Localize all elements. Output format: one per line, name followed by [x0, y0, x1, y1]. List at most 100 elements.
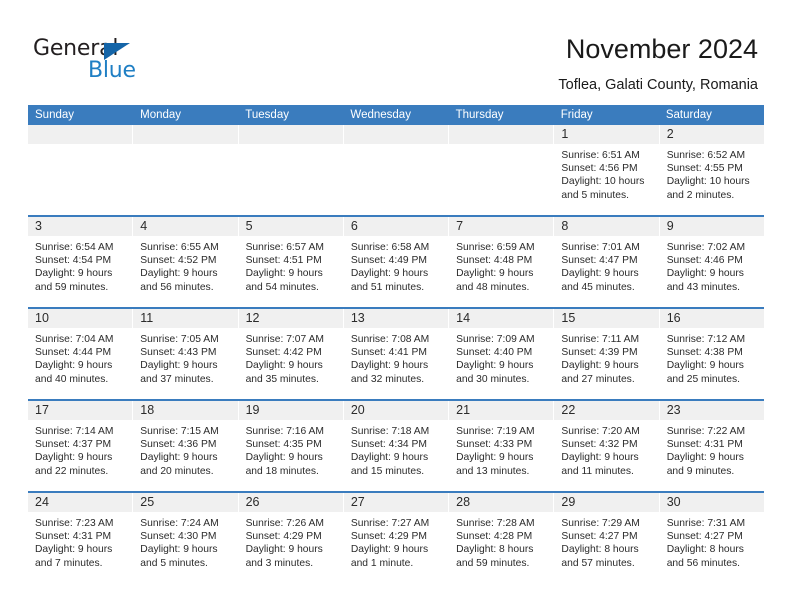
day-number-14[interactable]: 14 — [449, 309, 555, 328]
day-number-4[interactable]: 4 — [133, 217, 239, 236]
day-info-line: Daylight: 9 hours — [35, 452, 113, 464]
day-number-15[interactable]: 15 — [554, 309, 660, 328]
day-cell-24[interactable]: Sunrise: 7:23 AM Sunset: 4:31 PM Daylight:… — [28, 512, 134, 583]
day-cell-22[interactable]: Sunrise: 7:20 AM Sunset: 4:32 PM Daylight:… — [554, 420, 660, 491]
day-info-line: Sunrise: 7:27 AM — [350, 518, 430, 529]
day-cell-3[interactable]: Sunrise: 6:54 AM Sunset: 4:54 PM Daylight:… — [28, 236, 134, 307]
day-info-line: Daylight: 9 hours — [666, 268, 744, 280]
day-cell-8[interactable]: Sunrise: 7:01 AM Sunset: 4:47 PM Daylight:… — [554, 236, 660, 307]
day-number-6[interactable]: 6 — [343, 217, 450, 236]
day-info-line: Daylight: 9 hours — [666, 360, 744, 372]
day-content-strip: Sunrise: 7:04 AM Sunset: 4:44 PM Daylight:… — [28, 328, 764, 399]
day-info-line: Sunrise: 6:54 AM — [35, 242, 114, 253]
day-info-line: and 51 minutes. — [350, 281, 425, 293]
day-number-13[interactable]: 13 — [343, 309, 450, 328]
page-header: General Blue November 2024 Toflea, Galat… — [0, 0, 792, 100]
day-info-line: and 59 minutes. — [35, 281, 109, 293]
day-number-empty — [449, 125, 555, 144]
day-cell-25[interactable]: Sunrise: 7:24 AM Sunset: 4:30 PM Daylight:… — [133, 512, 239, 583]
day-info-line: Sunset: 4:30 PM — [140, 531, 217, 543]
calendar-table: Sunday Monday Tuesday Wednesday Thursday Frid… — [28, 105, 764, 583]
day-cell-18[interactable]: Sunrise: 7:15 AM Sunset: 4:36 PM Daylight:… — [133, 420, 239, 491]
day-number-24[interactable]: 24 — [28, 493, 134, 512]
day-number-30[interactable]: 30 — [659, 493, 764, 512]
day-number-22[interactable]: 22 — [554, 401, 660, 420]
day-cell-14[interactable]: Sunrise: 7:09 AM Sunset: 4:40 PM Daylight:… — [449, 328, 555, 399]
day-info-line: Sunrise: 7:29 AM — [561, 518, 640, 529]
day-info-line: Daylight: 9 hours — [245, 544, 323, 556]
day-cell-15[interactable]: Sunrise: 7:11 AM Sunset: 4:39 PM Daylight:… — [554, 328, 660, 399]
day-cell-11[interactable]: Sunrise: 7:05 AM Sunset: 4:43 PM Daylight:… — [133, 328, 239, 399]
day-cell-27[interactable]: Sunrise: 7:27 AM Sunset: 4:29 PM Daylight:… — [343, 512, 450, 583]
day-cell-1[interactable]: Sunrise: 6:51 AM Sunset: 4:56 PM Daylight:… — [554, 144, 660, 215]
day-cell-28[interactable]: Sunrise: 7:28 AM Sunset: 4:28 PM Daylight:… — [449, 512, 555, 583]
day-number-2[interactable]: 2 — [659, 125, 764, 144]
day-number-10[interactable]: 10 — [28, 309, 134, 328]
day-info-line: Sunrise: 6:51 AM — [561, 150, 640, 161]
day-cell-7[interactable]: Sunrise: 6:59 AM Sunset: 4:48 PM Daylight:… — [449, 236, 555, 307]
day-number-23[interactable]: 23 — [659, 401, 764, 420]
day-info-line: Sunset: 4:36 PM — [140, 439, 217, 451]
day-number-12[interactable]: 12 — [238, 309, 344, 328]
day-info-line: and 7 minutes. — [35, 557, 103, 569]
day-cell-2[interactable]: Sunrise: 6:52 AM Sunset: 4:55 PM Daylight:… — [659, 144, 764, 215]
day-number-26[interactable]: 26 — [238, 493, 344, 512]
day-cell-19[interactable]: Sunrise: 7:16 AM Sunset: 4:35 PM Daylight:… — [238, 420, 344, 491]
day-info-line: Sunset: 4:40 PM — [456, 347, 533, 359]
day-cell-6[interactable]: Sunrise: 6:58 AM Sunset: 4:49 PM Daylight:… — [343, 236, 450, 307]
day-content-strip: Sunrise: 6:51 AM Sunset: 4:56 PM Daylight:… — [28, 144, 764, 215]
day-info-line: and 57 minutes. — [561, 557, 635, 569]
day-content-strip: Sunrise: 6:54 AM Sunset: 4:54 PM Daylight:… — [28, 236, 764, 307]
day-number-3[interactable]: 3 — [28, 217, 134, 236]
day-number-empty — [28, 125, 134, 144]
day-number-16[interactable]: 16 — [659, 309, 764, 328]
day-cell-26[interactable]: Sunrise: 7:26 AM Sunset: 4:29 PM Daylight:… — [238, 512, 344, 583]
day-cell-13[interactable]: Sunrise: 7:08 AM Sunset: 4:41 PM Daylight:… — [343, 328, 450, 399]
day-cell-23[interactable]: Sunrise: 7:22 AM Sunset: 4:31 PM Daylight:… — [659, 420, 764, 491]
day-cell-4[interactable]: Sunrise: 6:55 AM Sunset: 4:52 PM Daylight:… — [133, 236, 239, 307]
day-number-7[interactable]: 7 — [449, 217, 555, 236]
day-cell-30[interactable]: Sunrise: 7:31 AM Sunset: 4:27 PM Daylight:… — [659, 512, 764, 583]
day-number-28[interactable]: 28 — [449, 493, 555, 512]
day-info-line: Daylight: 9 hours — [456, 360, 534, 372]
day-cell-16[interactable]: Sunrise: 7:12 AM Sunset: 4:38 PM Daylight:… — [659, 328, 764, 399]
day-info-line: Sunrise: 6:59 AM — [456, 242, 535, 253]
day-cell-17[interactable]: Sunrise: 7:14 AM Sunset: 4:37 PM Daylight:… — [28, 420, 134, 491]
weekday-header-thursday: Thursday — [455, 109, 504, 121]
day-cell-5[interactable]: Sunrise: 6:57 AM Sunset: 4:51 PM Daylight:… — [238, 236, 344, 307]
day-number-19[interactable]: 19 — [238, 401, 344, 420]
day-info-line: Sunrise: 6:52 AM — [666, 150, 746, 161]
day-cell-20[interactable]: Sunrise: 7:18 AM Sunset: 4:34 PM Daylight:… — [343, 420, 450, 491]
day-info-line: and 32 minutes. — [350, 373, 425, 385]
day-info-line: Sunrise: 7:04 AM — [35, 334, 114, 345]
day-number-5[interactable]: 5 — [238, 217, 344, 236]
day-number-27[interactable]: 27 — [343, 493, 450, 512]
day-cell-12[interactable]: Sunrise: 7:07 AM Sunset: 4:42 PM Daylight:… — [238, 328, 344, 399]
day-content-strip: Sunrise: 7:23 AM Sunset: 4:31 PM Daylight:… — [28, 512, 764, 583]
day-number-29[interactable]: 29 — [554, 493, 660, 512]
day-number-11[interactable]: 11 — [133, 309, 239, 328]
day-number-20[interactable]: 20 — [343, 401, 450, 420]
day-number-1[interactable]: 1 — [554, 125, 660, 144]
day-number-21[interactable]: 21 — [449, 401, 555, 420]
day-cell-29[interactable]: Sunrise: 7:29 AM Sunset: 4:27 PM Daylight:… — [554, 512, 660, 583]
weekday-header-tuesday: Tuesday — [245, 109, 289, 121]
day-cell-9[interactable]: Sunrise: 7:02 AM Sunset: 4:46 PM Daylight:… — [659, 236, 764, 307]
day-number-empty — [343, 125, 450, 144]
day-info-line: Daylight: 9 hours — [35, 360, 113, 372]
day-cell-21[interactable]: Sunrise: 7:19 AM Sunset: 4:33 PM Daylight:… — [449, 420, 555, 491]
day-info-line: Sunset: 4:44 PM — [35, 347, 112, 359]
day-info-line: Sunrise: 7:18 AM — [350, 426, 430, 437]
day-number-18[interactable]: 18 — [133, 401, 239, 420]
day-info-line: Daylight: 9 hours — [456, 452, 534, 464]
day-number-25[interactable]: 25 — [133, 493, 239, 512]
day-info-line: Daylight: 9 hours — [456, 268, 534, 280]
day-info-line: Sunrise: 7:07 AM — [245, 334, 324, 345]
day-cell-10[interactable]: Sunrise: 7:04 AM Sunset: 4:44 PM Daylight:… — [28, 328, 134, 399]
day-info-line: Daylight: 9 hours — [666, 452, 744, 464]
day-number-8[interactable]: 8 — [554, 217, 660, 236]
day-number-9[interactable]: 9 — [659, 217, 764, 236]
generalblue-logo[interactable]: General Blue — [33, 38, 173, 86]
day-number-empty — [133, 125, 239, 144]
day-number-17[interactable]: 17 — [28, 401, 134, 420]
